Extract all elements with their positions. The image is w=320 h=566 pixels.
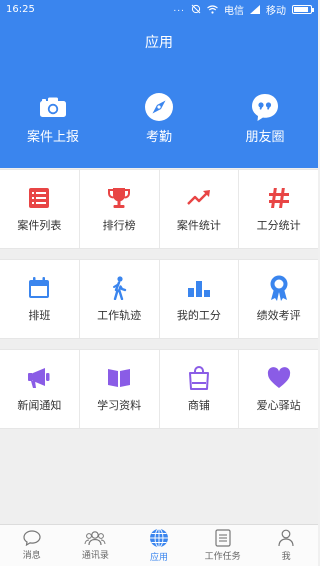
signal-icon bbox=[250, 4, 260, 14]
bottom-tab-bar: 消息 通讯录 应用 工作任务 我 bbox=[0, 524, 318, 566]
task-list-icon bbox=[214, 529, 231, 547]
app-label: 工分统计 bbox=[256, 219, 301, 232]
app-label: 新闻通知 bbox=[17, 399, 62, 412]
carrier-2-label: 移动 bbox=[266, 5, 286, 17]
walking-person-icon bbox=[113, 276, 127, 300]
app-label: 我的工分 bbox=[176, 309, 221, 322]
app-news-notice[interactable]: 新闻通知 bbox=[0, 350, 80, 428]
app-leaderboard[interactable]: 排行榜 bbox=[80, 170, 160, 248]
app-case-list[interactable]: 案件列表 bbox=[0, 170, 80, 248]
alarm-off-icon bbox=[191, 4, 201, 14]
app-label: 案件统计 bbox=[176, 219, 221, 232]
app-shop[interactable]: 商铺 bbox=[160, 350, 240, 428]
app-schedule[interactable]: 排班 bbox=[0, 260, 80, 338]
app-label: 爱心驿站 bbox=[256, 399, 301, 412]
tab-label: 工作任务 bbox=[204, 552, 241, 562]
quick-action-attendance[interactable]: 考勤 bbox=[106, 92, 212, 145]
app-label: 绩效考评 bbox=[256, 309, 301, 322]
heart-icon bbox=[267, 367, 290, 388]
ribbon-icon bbox=[270, 275, 288, 301]
tab-label: 应用 bbox=[149, 553, 168, 563]
tab-apps[interactable]: 应用 bbox=[127, 525, 191, 566]
status-indicators: ... 电信 移动 bbox=[173, 2, 314, 17]
quick-action-label: 考勤 bbox=[145, 130, 172, 145]
app-study-materials[interactable]: 学习资料 bbox=[80, 350, 160, 428]
app-label: 学习资料 bbox=[97, 399, 142, 412]
globe-icon bbox=[149, 528, 168, 548]
battery-icon bbox=[292, 4, 314, 14]
status-dots: ... bbox=[173, 4, 185, 14]
app-label: 商铺 bbox=[187, 399, 210, 412]
hash-icon bbox=[268, 188, 289, 208]
compass-icon bbox=[145, 93, 173, 121]
tab-me[interactable]: 我 bbox=[254, 525, 318, 566]
app-label: 案件列表 bbox=[17, 219, 62, 232]
quick-action-case-report[interactable]: 案件上报 bbox=[0, 92, 106, 145]
tab-label: 通讯录 bbox=[81, 551, 109, 561]
app-label: 工作轨迹 bbox=[97, 309, 142, 322]
app-work-track[interactable]: 工作轨迹 bbox=[80, 260, 160, 338]
tab-label: 消息 bbox=[22, 551, 41, 561]
app-label: 排行榜 bbox=[102, 219, 136, 232]
message-icon bbox=[23, 530, 41, 546]
contacts-icon bbox=[84, 531, 106, 546]
tab-contacts[interactable]: 通讯录 bbox=[64, 525, 128, 566]
quick-action-moments[interactable]: 朋友圈 bbox=[212, 92, 318, 145]
book-icon bbox=[108, 369, 131, 387]
quick-action-label: 案件上报 bbox=[26, 130, 79, 145]
bar-chart-icon bbox=[187, 281, 210, 297]
megaphone-icon bbox=[28, 368, 50, 388]
status-time: 16:25 bbox=[6, 3, 35, 15]
app-points-statistics[interactable]: 工分统计 bbox=[239, 170, 318, 248]
app-case-statistics[interactable]: 案件统计 bbox=[160, 170, 240, 248]
tab-label: 我 bbox=[281, 552, 291, 562]
quick-action-label: 朋友圈 bbox=[245, 130, 285, 145]
wifi-icon bbox=[207, 4, 218, 14]
shopping-bag-icon bbox=[188, 366, 209, 390]
app-grid-section-3: 新闻通知 学习资料 商铺 爱心驿站 bbox=[0, 349, 318, 429]
app-screen: 16:25 ... 电信 移动 应用 案件上报 考勤 朋友圈 案件列表 排行榜 … bbox=[0, 0, 318, 566]
app-my-points[interactable]: 我的工分 bbox=[160, 260, 240, 338]
status-bar: 16:25 ... 电信 移动 bbox=[0, 0, 318, 18]
app-performance-review[interactable]: 绩效考评 bbox=[239, 260, 318, 338]
app-header: 应用 案件上报 考勤 朋友圈 bbox=[0, 18, 318, 168]
tab-messages[interactable]: 消息 bbox=[0, 525, 64, 566]
camera-icon bbox=[40, 97, 66, 117]
trophy-icon bbox=[108, 188, 131, 208]
page-title: 应用 bbox=[145, 35, 173, 51]
app-label: 排班 bbox=[28, 309, 51, 322]
tab-work-tasks[interactable]: 工作任务 bbox=[191, 525, 255, 566]
calendar-icon bbox=[29, 277, 50, 298]
app-love-station[interactable]: 爱心驿站 bbox=[239, 350, 318, 428]
list-icon bbox=[29, 188, 50, 208]
carrier-1-label: 电信 bbox=[224, 5, 244, 17]
person-icon bbox=[278, 529, 294, 547]
app-grid-section-1: 案件列表 排行榜 案件统计 工分统计 bbox=[0, 169, 318, 249]
trend-up-icon bbox=[187, 190, 210, 205]
chat-quote-icon bbox=[252, 94, 278, 121]
app-grid-section-2: 排班 工作轨迹 我的工分 绩效考评 bbox=[0, 259, 318, 339]
